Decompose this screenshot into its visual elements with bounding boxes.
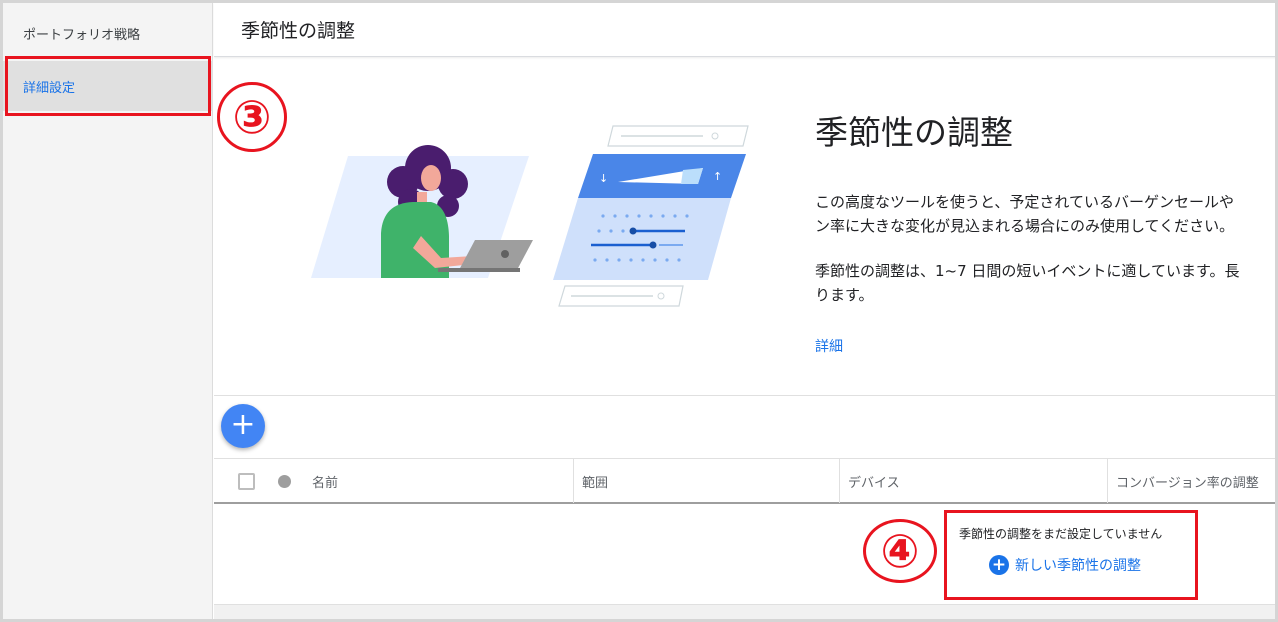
hero-illustration: ↓ ↑ <box>311 125 749 307</box>
intro-paragraph-2-line-1: 季節性の調整は、1~7 日間の短いイベントに適しています。長 <box>815 262 1240 280</box>
add-circle-icon: + <box>989 555 1009 575</box>
page-header: 季節性の調整 <box>214 3 1275 57</box>
annotation-step-3: ③ <box>217 82 287 152</box>
app-window: ポートフォリオ戦略 詳細設定 季節性の調整 ③ ↓ ↑ 季節性の調整 この高度な… <box>0 0 1278 622</box>
plus-icon: + <box>230 407 256 442</box>
select-all-checkbox[interactable] <box>238 473 255 490</box>
footer-strip <box>214 604 1275 619</box>
svg-text:↓: ↓ <box>599 172 608 185</box>
new-seasonality-adjustment-button[interactable]: + 新しい季節性の調整 <box>989 554 1141 576</box>
page-title: 季節性の調整 <box>241 20 356 42</box>
column-header-name[interactable]: 名前 <box>304 459 571 503</box>
intro-title: 季節性の調整 <box>815 113 1013 152</box>
add-adjustment-button[interactable]: + <box>221 404 265 448</box>
empty-state-message: 季節性の調整をまだ設定していません <box>959 527 1163 541</box>
section-divider <box>214 395 1275 396</box>
settings-card: ↓ ↑ <box>553 154 746 280</box>
column-header-conversion-rate-adjustment[interactable]: コンバージョン率の調整 <box>1107 459 1275 503</box>
annotation-step-4: ④ <box>863 519 937 583</box>
status-dot-icon <box>278 475 291 488</box>
sidebar-item-label: ポートフォリオ戦略 <box>23 27 141 43</box>
annotation-highlight-box <box>5 56 211 116</box>
intro-paragraph-1-line-2: ン率に大きな変化が見込まれる場合にのみ使用してください。 <box>815 217 1235 235</box>
sidebar-item-portfolio-strategy[interactable]: ポートフォリオ戦略 <box>3 15 213 51</box>
column-header-device[interactable]: デバイス <box>839 459 1107 503</box>
new-seasonality-adjustment-label: 新しい季節性の調整 <box>1015 558 1141 574</box>
window-bottom-card <box>558 285 684 307</box>
table-header: 名前 範囲 デバイス コンバージョン率の調整 <box>214 458 1275 504</box>
column-header-range[interactable]: 範囲 <box>573 459 839 503</box>
intro-paragraph-1-line-1: この高度なツールを使うと、予定されているバーゲンセールや <box>815 193 1234 211</box>
svg-text:↑: ↑ <box>713 170 722 183</box>
window-top-card <box>607 125 749 147</box>
learn-more-link[interactable]: 詳細 <box>815 336 843 356</box>
intro-paragraph-2-line-2: ります。 <box>815 286 874 304</box>
